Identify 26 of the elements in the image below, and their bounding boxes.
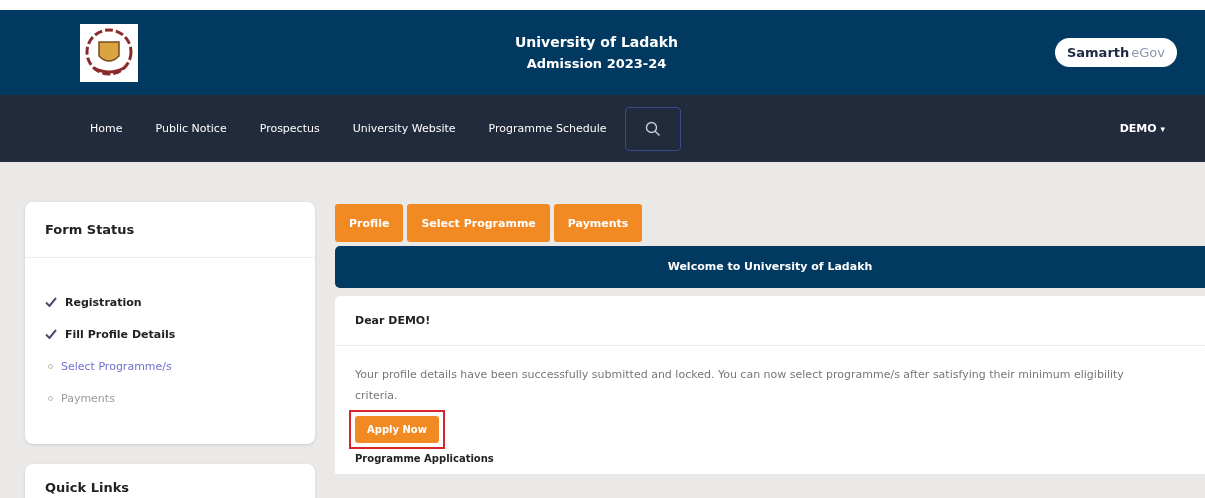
- nav-link[interactable]: Programme Schedule: [488, 122, 607, 135]
- user-menu[interactable]: DEMO ▾: [1119, 122, 1165, 135]
- greeting-text: Dear DEMO!: [335, 296, 1205, 346]
- check-icon: [45, 297, 57, 307]
- university-emblem-icon: [80, 23, 138, 82]
- university-title: University of Ladakh: [513, 34, 680, 50]
- nav-link[interactable]: Home: [90, 122, 123, 135]
- admission-subtitle: Admission 2023-24: [525, 56, 668, 71]
- step-label: Fill Profile Details: [65, 327, 176, 341]
- brand-badge[interactable]: Samarth eGov: [1054, 38, 1177, 67]
- step-label: Payments: [61, 391, 115, 405]
- nav-link[interactable]: Public Notice: [155, 122, 227, 135]
- quick-links-title: Quick Links: [45, 480, 131, 495]
- search-icon: [645, 120, 662, 137]
- step-label: Registration: [65, 295, 142, 309]
- circle-icon: [48, 363, 53, 369]
- message-text: Your profile details have been successfully submitted and locked. You can now select programme/s after satisfying their minimum eligibility criteria.: [355, 367, 1125, 404]
- section-title: Programme Applications: [355, 453, 495, 464]
- check-icon: [45, 329, 57, 339]
- welcome-banner: Welcome to University of Ladakh: [335, 246, 1205, 288]
- step-label: Select Programme/s: [61, 359, 172, 373]
- nav-link[interactable]: Prospectus: [259, 122, 320, 135]
- form-status-title: Form Status: [25, 202, 315, 258]
- circle-icon: [48, 395, 53, 401]
- nav-link[interactable]: University Website: [352, 122, 456, 135]
- search-button[interactable]: [625, 106, 682, 151]
